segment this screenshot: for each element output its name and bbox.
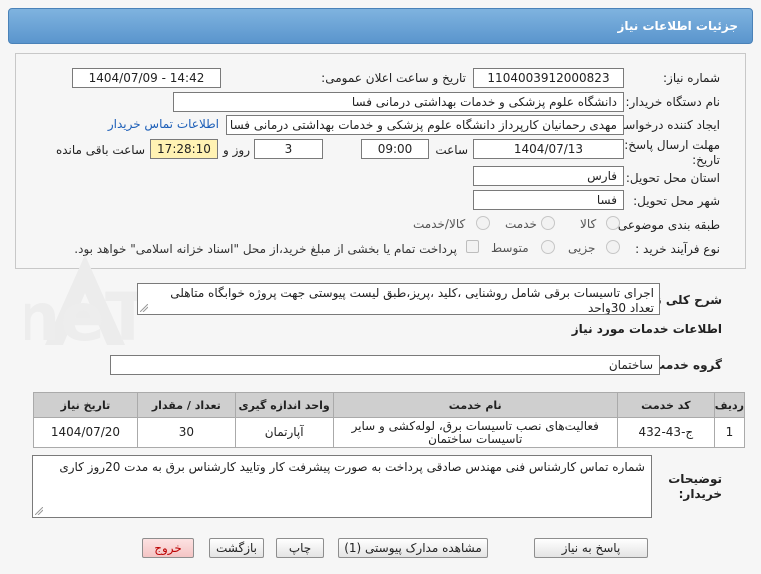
deadline-label-date: تاریخ: (692, 153, 720, 167)
category-goods-radio[interactable] (606, 216, 620, 230)
print-button[interactable]: چاپ (276, 538, 324, 558)
process-minor-label: جزیی (568, 241, 596, 255)
requester-label: ایجاد کننده درخواست: (609, 118, 720, 132)
buyer-notes-textarea: شماره تماس کارشناس فنی مهندس صادقی پرداخ… (32, 455, 652, 518)
deadline-time-field: 09:00 (361, 139, 429, 159)
row-index: 1 (713, 417, 746, 448)
resize-grip-icon[interactable] (35, 507, 43, 515)
row-code: ج-43-432 (616, 417, 715, 448)
buyer-notes-label: توضیحات (668, 472, 722, 486)
treasury-payment-note: پرداخت تمام یا بخشی از مبلغ خرید،از محل … (74, 242, 457, 256)
resize-grip-icon[interactable] (140, 304, 148, 312)
col-date: تاریخ نیاز (33, 392, 138, 418)
announce-datetime-label: تاریخ و ساعت اعلان عمومی: (321, 71, 466, 85)
description-textarea: اجرای تاسیسات برقی شامل روشنایی ،کلید ،پ… (137, 283, 660, 315)
table-row: 1 ج-43-432 فعالیت‌های نصب تاسیسات برق، ل… (33, 417, 746, 448)
announce-datetime-field: 1404/07/09 - 14:42 (72, 68, 221, 88)
province-label: استان محل تحویل: (625, 171, 720, 185)
category-goods-service-radio[interactable] (476, 216, 490, 230)
exit-button[interactable]: خروج (142, 538, 194, 558)
back-button[interactable]: بازگشت (209, 538, 264, 558)
category-label: طبقه بندی موضوعی: (613, 218, 720, 232)
category-service-label: خدمت (505, 217, 537, 231)
city-field: فسا (473, 190, 624, 210)
treasury-payment-checkbox[interactable] (466, 240, 479, 253)
row-date: 1404/07/20 (33, 417, 138, 448)
days-label: روز و (223, 143, 250, 157)
row-qty: 30 (136, 417, 236, 448)
process-medium-label: متوسط (491, 241, 529, 255)
requester-field: مهدی رحمانیان کارپرداز دانشگاه علوم پزشک… (226, 115, 624, 135)
services-section-title: اطلاعات خدمات مورد نیاز (571, 322, 722, 336)
category-goods-label: کالا (580, 217, 597, 231)
category-goods-service-label: کالا/خدمت (413, 217, 466, 231)
city-label: شهر محل تحویل: (633, 194, 720, 208)
row-service-name: فعالیت‌های نصب تاسیسات برق، لوله‌کشی و س… (332, 417, 618, 448)
col-index: ردیف (713, 392, 746, 418)
buyer-notes-label-2: خریدار: (678, 487, 722, 501)
buyer-org-label: نام دستگاه خریدار: (625, 95, 721, 109)
deadline-label: مهلت ارسال پاسخ: تا (613, 138, 720, 152)
watermark-text: AriaTender.neT (25, 279, 150, 356)
col-unit: واحد اندازه گیری (234, 392, 334, 418)
deadline-date-field: 1404/07/13 (473, 139, 624, 159)
need-number-field: 1104003912000823 (473, 68, 624, 88)
view-attachments-button[interactable]: مشاهده مدارک پیوستی (1) (338, 538, 488, 558)
remaining-time-label: ساعت باقی مانده (55, 143, 145, 157)
process-medium-radio[interactable] (541, 240, 555, 254)
description-text: اجرای تاسیسات برقی شامل روشنایی ،کلید ،پ… (170, 286, 654, 315)
remaining-time-field: 17:28:10 (150, 139, 218, 159)
need-number-label: شماره نیاز: (663, 71, 720, 85)
days-remaining-field: 3 (254, 139, 323, 159)
deadline-time-label: ساعت (435, 143, 468, 157)
header-bar: جزئیات اطلاعات نیاز (8, 8, 753, 44)
services-table: ردیف کد خدمت نام خدمت واحد اندازه گیری ت… (33, 392, 746, 448)
buyer-notes-text: شماره تماس کارشناس فنی مهندس صادقی پرداخ… (59, 460, 645, 474)
buyer-org-field: دانشگاه علوم پزشکی و خدمات بهداشتی درمان… (173, 92, 624, 112)
process-type-label: نوع فرآیند خرید : (635, 242, 720, 256)
col-qty: تعداد / مقدار (136, 392, 236, 418)
col-name: نام خدمت (332, 392, 618, 418)
process-minor-radio[interactable] (606, 240, 620, 254)
province-field: فارس (473, 166, 624, 186)
row-unit: آپارتمان (234, 417, 334, 448)
reply-button[interactable]: پاسخ به نیاز (534, 538, 648, 558)
category-service-radio[interactable] (541, 216, 555, 230)
col-code: کد خدمت (616, 392, 715, 418)
service-group-field: ساختمان (110, 355, 660, 375)
table-header-row: ردیف کد خدمت نام خدمت واحد اندازه گیری ت… (33, 392, 746, 418)
buyer-contact-link[interactable]: اطلاعات تماس خریدار (108, 117, 219, 131)
page-title: جزئیات اطلاعات نیاز (617, 19, 738, 33)
